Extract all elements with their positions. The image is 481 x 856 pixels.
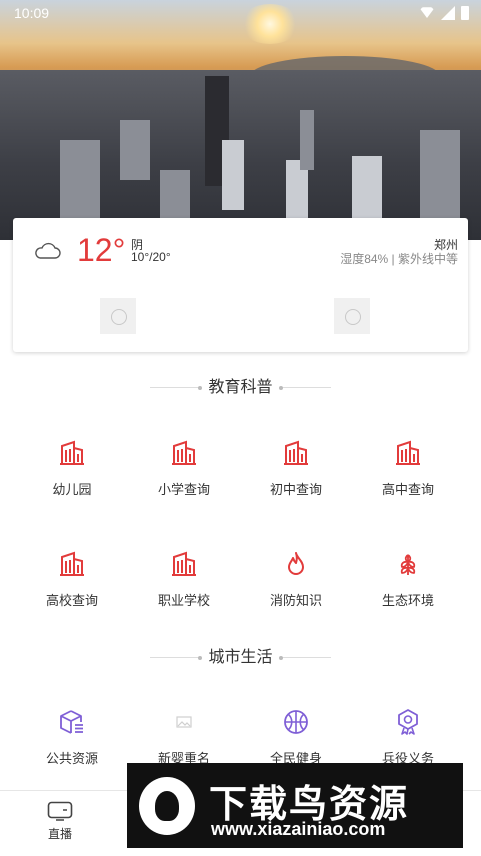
- building-icon: [60, 551, 84, 576]
- grid-item-label: 小学查询: [157, 482, 210, 497]
- basketball-icon: [284, 710, 308, 734]
- divider-line: [150, 385, 203, 390]
- image-placeholder-icon: [334, 298, 370, 334]
- section-title-text: 教育科普: [208, 379, 273, 396]
- leaf-icon: [400, 554, 416, 575]
- grid-item-vocational-school[interactable]: 职业学校: [134, 551, 234, 609]
- weather-temperature: 12°: [77, 232, 126, 268]
- weather-details: 湿度84% | 紫外线中等: [340, 252, 458, 266]
- grid-item-fitness[interactable]: 全民健身: [246, 709, 346, 767]
- grid-item-fire-safety[interactable]: 消防知识: [246, 551, 346, 609]
- battery-icon: [461, 6, 469, 20]
- flame-icon: [288, 552, 304, 575]
- grid-item-label: 高中查询: [381, 482, 434, 497]
- grid-item-public-resources[interactable]: 公共资源: [22, 709, 122, 767]
- signal-icon: [441, 6, 455, 20]
- building-icon: [172, 440, 196, 465]
- status-time: 10:09: [14, 5, 50, 21]
- image-placeholder-icon: [100, 298, 136, 334]
- weather-card[interactable]: 12° 阴 10°/20° 郑州 湿度84% | 紫外线中等: [13, 218, 468, 352]
- building-icon: [396, 440, 420, 465]
- status-bar: 10:09: [0, 0, 481, 28]
- divider-line: [278, 655, 331, 660]
- grid-item-primary-school[interactable]: 小学查询: [134, 440, 234, 498]
- watermark-url: www.xiazainiao.com: [211, 819, 386, 839]
- wifi-icon: [419, 7, 435, 18]
- image-placeholder-icon: [176, 716, 192, 728]
- divider-line: [278, 385, 331, 390]
- medal-icon: [398, 709, 418, 735]
- grid-item-label: 职业学校: [157, 593, 210, 608]
- grid-item-label: 初中查询: [269, 482, 322, 497]
- grid-item-label: 消防知识: [269, 593, 322, 608]
- section-title-education: 教育科普: [0, 373, 481, 397]
- nav-item-label: 直播: [47, 827, 72, 841]
- building-icon: [172, 551, 196, 576]
- weather-range: 10°/20°: [131, 250, 171, 264]
- grid-item-label: 幼儿园: [52, 482, 92, 497]
- grid-item-high-school[interactable]: 高中查询: [358, 440, 458, 498]
- grid-item-university[interactable]: 高校查询: [22, 551, 122, 609]
- status-icons: [419, 6, 469, 20]
- building-icon: [284, 440, 308, 465]
- grid-item-label: 生态环境: [381, 593, 434, 608]
- grid-item-label: 公共资源: [45, 751, 98, 766]
- section-title-city-life: 城市生活: [0, 643, 481, 667]
- section-title-text: 城市生活: [208, 649, 273, 666]
- hero-banner-image: [0, 0, 481, 240]
- watermark-logo: [139, 777, 195, 835]
- grid-item-middle-school[interactable]: 初中查询: [246, 440, 346, 498]
- city-skyline: [0, 70, 481, 240]
- tv-icon: [47, 801, 73, 821]
- watermark-banner: 下载鸟资源 www.xiazainiao.com: [127, 763, 463, 848]
- divider-line: [150, 655, 203, 660]
- cube-icon: [60, 710, 83, 734]
- grid-item-kindergarten[interactable]: 幼儿园: [22, 440, 122, 498]
- cloud-icon: [35, 242, 61, 259]
- grid-item-ecology[interactable]: 生态环境: [358, 551, 458, 609]
- building-icon: [60, 440, 84, 465]
- grid-item-baby-names[interactable]: 新婴重名: [134, 709, 234, 767]
- nav-item-live[interactable]: 直播: [40, 801, 80, 842]
- grid-item-military-service[interactable]: 兵役义务: [358, 709, 458, 767]
- grid-item-label: 高校查询: [45, 593, 98, 608]
